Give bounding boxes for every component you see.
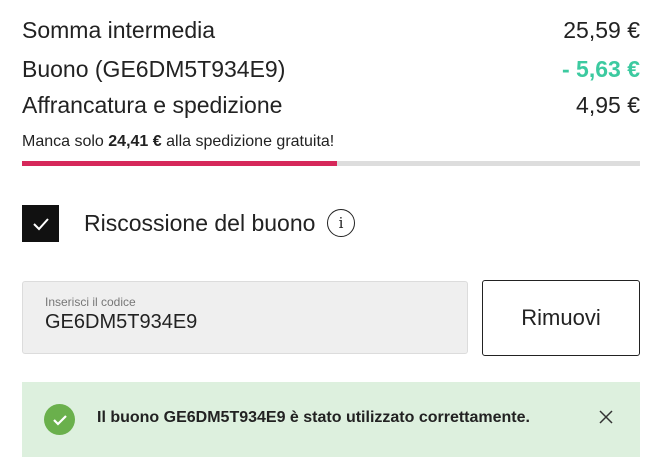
close-icon[interactable] bbox=[595, 406, 617, 428]
free-shipping-progress-fill bbox=[22, 161, 338, 166]
free-shipping-suffix: alla spedizione gratuita! bbox=[166, 133, 335, 150]
check-circle-icon bbox=[44, 404, 75, 435]
shipping-cost-label: Affrancatura e spedizione bbox=[22, 91, 283, 118]
voucher-code-field[interactable]: Inserisci il codice bbox=[22, 281, 468, 354]
voucher-discount-row: Buono (GE6DM5T934E9) - 5,63 € bbox=[22, 54, 640, 84]
info-icon[interactable]: i bbox=[327, 209, 355, 237]
shipping-cost-value: 4,95 € bbox=[576, 91, 640, 118]
voucher-discount-label: Buono (GE6DM5T934E9) bbox=[22, 55, 286, 82]
success-message: Il buono GE6DM5T934E9 è stato utilizzato… bbox=[97, 409, 530, 426]
voucher-discount-value: - 5,63 € bbox=[562, 55, 640, 82]
shipping-cost-row: Affrancatura e spedizione 4,95 € bbox=[22, 90, 640, 120]
check-icon bbox=[32, 217, 49, 230]
voucher-code-input[interactable] bbox=[45, 310, 445, 334]
free-shipping-progress-bar bbox=[22, 161, 640, 166]
success-banner: Il buono GE6DM5T934E9 è stato utilizzato… bbox=[22, 382, 640, 457]
redeem-voucher-checkbox[interactable] bbox=[22, 205, 59, 242]
remove-voucher-button[interactable]: Rimuovi bbox=[482, 280, 640, 356]
subtotal-label: Somma intermedia bbox=[22, 16, 216, 43]
free-shipping-amount: 24,41 € bbox=[108, 133, 162, 150]
redeem-voucher-label[interactable]: Riscossione del buono bbox=[84, 210, 315, 237]
free-shipping-note: Manca solo 24,41 € alla spedizione gratu… bbox=[22, 133, 334, 151]
free-shipping-prefix: Manca solo bbox=[22, 133, 104, 150]
voucher-code-field-label: Inserisci il codice bbox=[45, 295, 136, 309]
subtotal-row: Somma intermedia 25,59 € bbox=[22, 15, 640, 45]
subtotal-value: 25,59 € bbox=[563, 16, 640, 43]
